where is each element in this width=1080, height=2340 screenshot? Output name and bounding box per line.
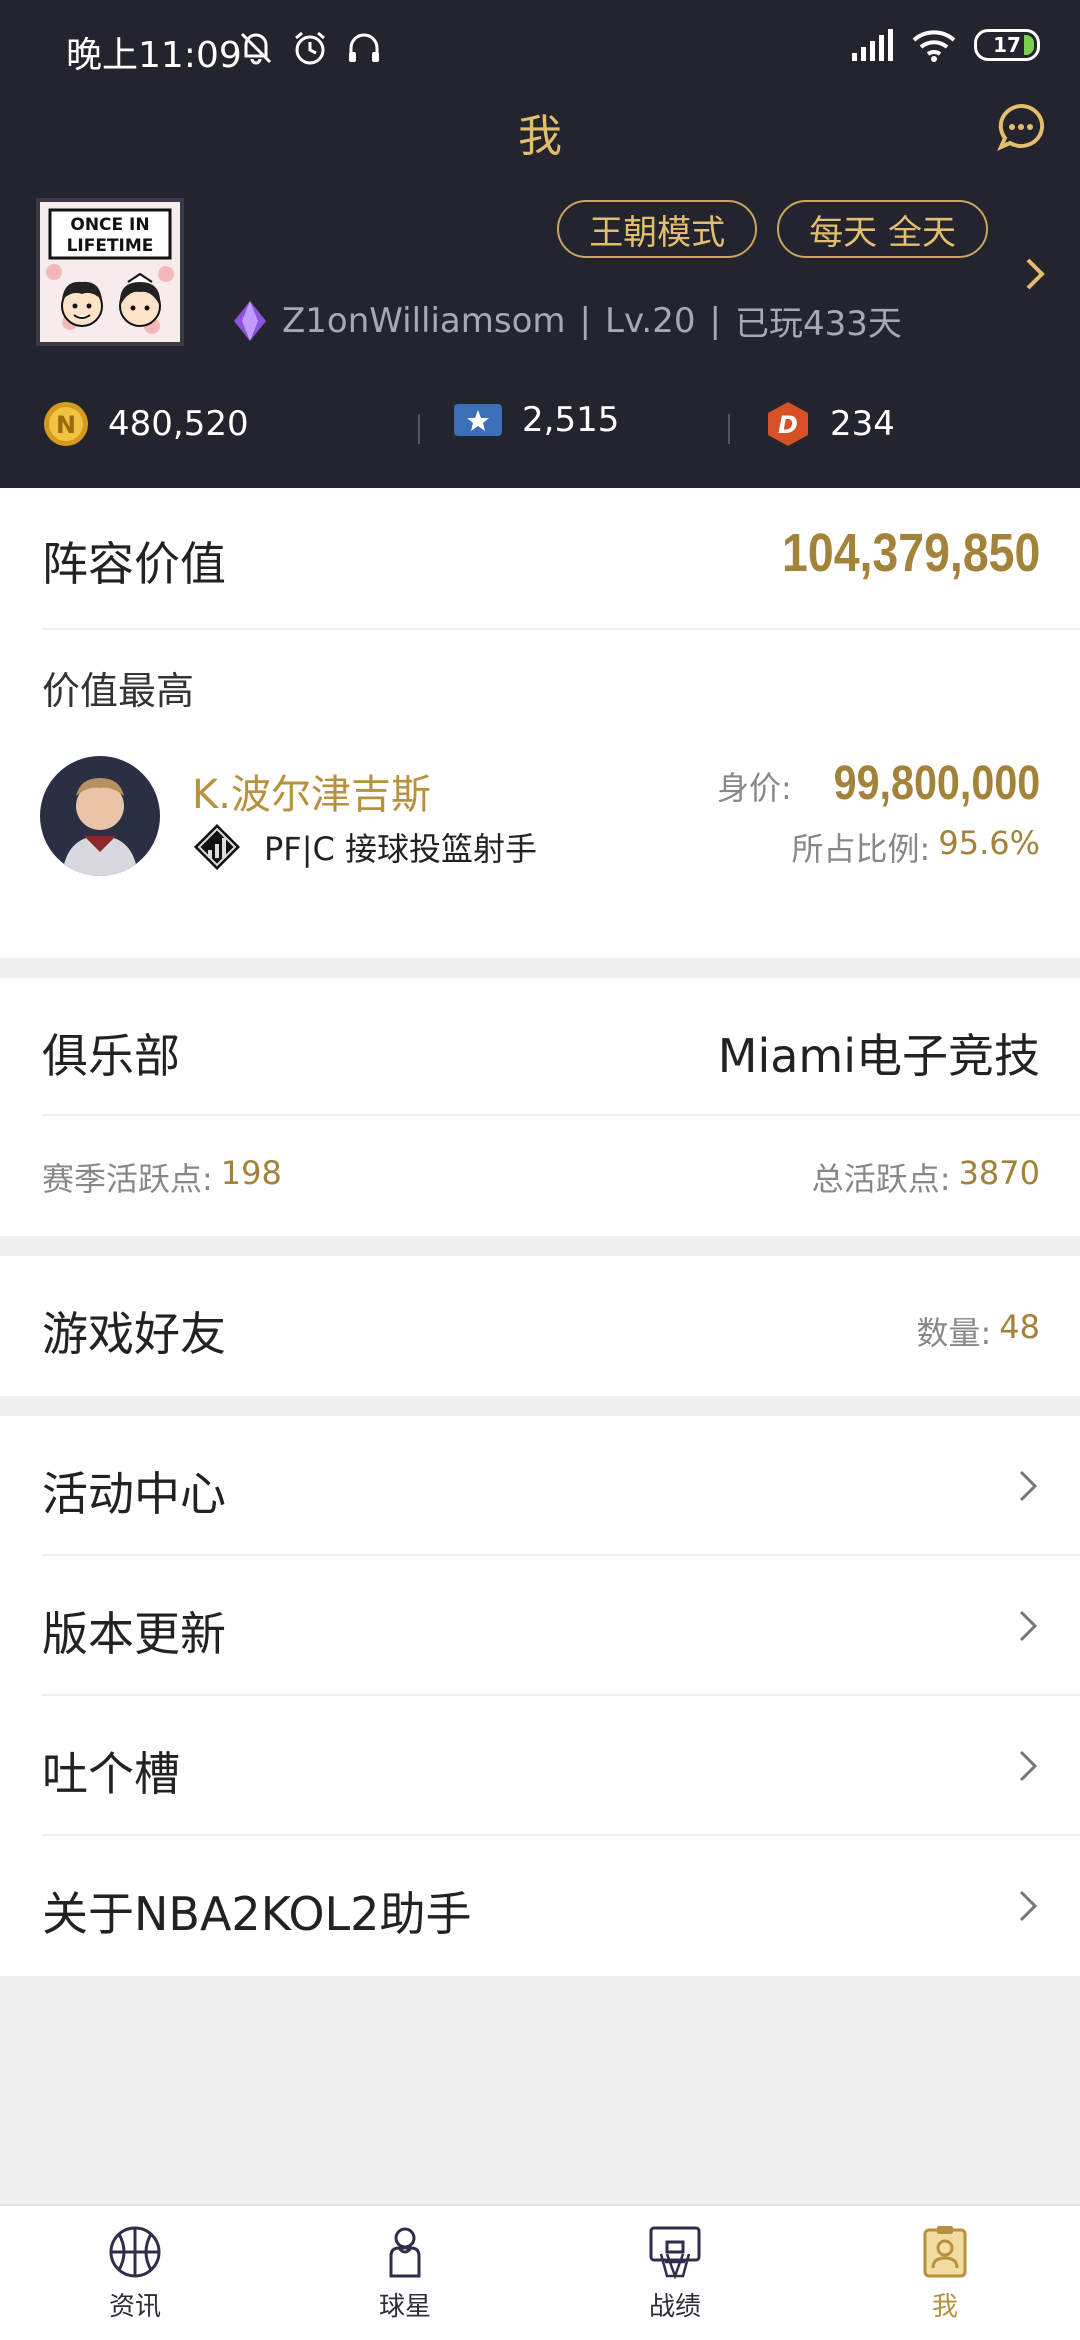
club-name: Miami电子竞技 <box>717 1029 1040 1083</box>
menu-item-label: 吐个槽 <box>42 1747 180 1801</box>
battery-icon: 17 <box>974 29 1040 61</box>
headset-icon <box>349 33 379 62</box>
d-token-stat: D 234 <box>764 400 895 448</box>
mode-badge: 王朝模式 <box>557 200 758 258</box>
user-info: Z1onWilliamsom | Lv.20 | 已玩433天 <box>232 296 902 345</box>
friends-count-label: 数量: <box>916 1314 992 1352</box>
menu-section: 活动中心 版本更新 吐个槽 关于NBA2KOL2助手 <box>0 1416 1080 1976</box>
time-badge: 每天 全天 <box>777 200 988 258</box>
hoop-icon <box>649 2226 701 2280</box>
friends-label: 游戏好友 <box>42 1307 226 1361</box>
chevron-right-icon <box>1019 1610 1038 1642</box>
player-icon <box>389 2227 421 2278</box>
top-player-card[interactable]: K.波尔津吉斯 PF|C 接球投篮射手 身价: 99,800,000 所占比例:… <box>0 756 1080 896</box>
chevron-right-icon[interactable] <box>1020 254 1050 294</box>
profile-page: 晚上11:09 17 我 ONCE IN LIFETIME 王朝模式 每天 全天… <box>0 0 1080 2340</box>
avatar[interactable]: ONCE IN LIFETIME <box>36 198 184 346</box>
bottom-tab-bar: 资讯 球星 战绩 我 <box>0 2204 1080 2340</box>
level: Lv.20 <box>605 300 696 341</box>
gold-coin-stat: N 480,520 <box>42 400 249 448</box>
chevron-right-icon <box>1019 1890 1038 1922</box>
total-active-label: 总活跃点: <box>811 1160 951 1198</box>
friends-section[interactable]: 游戏好友 数量: 48 <box>0 1256 1080 1396</box>
gold-coin-icon: N <box>44 402 88 446</box>
player-position: PF|C 接球投篮射手 <box>264 830 538 868</box>
player-name: K.波尔津吉斯 <box>192 772 431 818</box>
basketball-icon <box>109 2226 161 2278</box>
separator: | <box>709 300 721 341</box>
avatar-text-line1: ONCE IN <box>70 215 149 235</box>
profile-header: 晚上11:09 17 我 ONCE IN LIFETIME 王朝模式 每天 全天… <box>0 0 1080 488</box>
player-ratio: 95.6% <box>938 824 1040 862</box>
player-avatar <box>40 756 160 876</box>
menu-item-feedback[interactable]: 吐个槽 <box>0 1696 1080 1836</box>
avatar-text-line2: LIFETIME <box>67 236 154 256</box>
star-ticket-icon <box>454 404 502 436</box>
friends-count: 48 <box>999 1308 1040 1346</box>
status-bar: 晚上11:09 17 <box>0 0 1080 100</box>
username: Z1onWilliamsom <box>282 300 566 341</box>
chevron-right-icon <box>1019 1750 1038 1782</box>
menu-item-activity[interactable]: 活动中心 <box>0 1416 1080 1556</box>
message-icon[interactable] <box>996 102 1046 152</box>
separator: | <box>579 300 591 341</box>
lineup-value: 104,379,850 <box>781 523 1040 583</box>
price-label: 身价: <box>716 769 792 807</box>
menu-item-label: 版本更新 <box>42 1607 226 1661</box>
signal-icon <box>852 29 893 61</box>
d-token-value: 234 <box>830 404 895 444</box>
tab-label: 资讯 <box>108 2292 161 2322</box>
tab-news[interactable]: 资讯 <box>0 2206 270 2340</box>
player-price: 99,800,000 <box>833 757 1040 810</box>
shooter-badge-icon <box>194 824 240 870</box>
page-title: 我 <box>518 111 562 162</box>
star-ticket-stat: 2,515 <box>452 400 619 440</box>
menu-item-label: 关于NBA2KOL2助手 <box>42 1887 472 1941</box>
tab-me[interactable]: 我 <box>810 2206 1080 2340</box>
menu-item-about[interactable]: 关于NBA2KOL2助手 <box>0 1836 1080 1976</box>
lineup-label: 阵容价值 <box>42 537 226 591</box>
club-label: 俱乐部 <box>42 1029 180 1083</box>
menu-item-update[interactable]: 版本更新 <box>0 1556 1080 1696</box>
tab-label: 球星 <box>378 2292 431 2322</box>
alarm-icon <box>295 31 325 65</box>
gold-coin-value: 480,520 <box>108 404 249 444</box>
svg-text:N: N <box>56 411 76 439</box>
currency-stats: N 480,520 2,515 D 234 <box>0 400 1080 460</box>
tab-label: 战绩 <box>648 2292 701 2322</box>
d-token-icon: D <box>768 402 808 446</box>
days-played: 已玩433天 <box>734 304 902 344</box>
season-active-label: 赛季活跃点: <box>42 1160 213 1198</box>
club-section[interactable]: 俱乐部 Miami电子竞技 赛季活跃点: 198 总活跃点: 3870 <box>0 978 1080 1236</box>
season-active-value: 198 <box>220 1154 282 1192</box>
svg-text:D: D <box>778 411 798 439</box>
chevron-right-icon <box>1019 1470 1038 1502</box>
diamond-rank-icon <box>234 300 266 341</box>
menu-item-label: 活动中心 <box>42 1467 226 1521</box>
top-value-label: 价值最高 <box>42 669 195 713</box>
ratio-label: 所占比例: <box>791 830 931 868</box>
total-active-value: 3870 <box>958 1154 1040 1192</box>
profile-card-icon <box>923 2226 967 2278</box>
tab-players[interactable]: 球星 <box>270 2206 540 2340</box>
star-ticket-value: 2,515 <box>522 400 620 440</box>
tab-label: 我 <box>931 2292 958 2322</box>
status-time: 晚上11:09 <box>66 35 242 76</box>
wifi-icon <box>912 30 956 62</box>
lineup-section: 阵容价值 104,379,850 价值最高 K.波尔津吉斯 PF|C 接球投篮射… <box>0 488 1080 958</box>
tab-record[interactable]: 战绩 <box>540 2206 810 2340</box>
mute-bell-icon <box>240 32 272 65</box>
